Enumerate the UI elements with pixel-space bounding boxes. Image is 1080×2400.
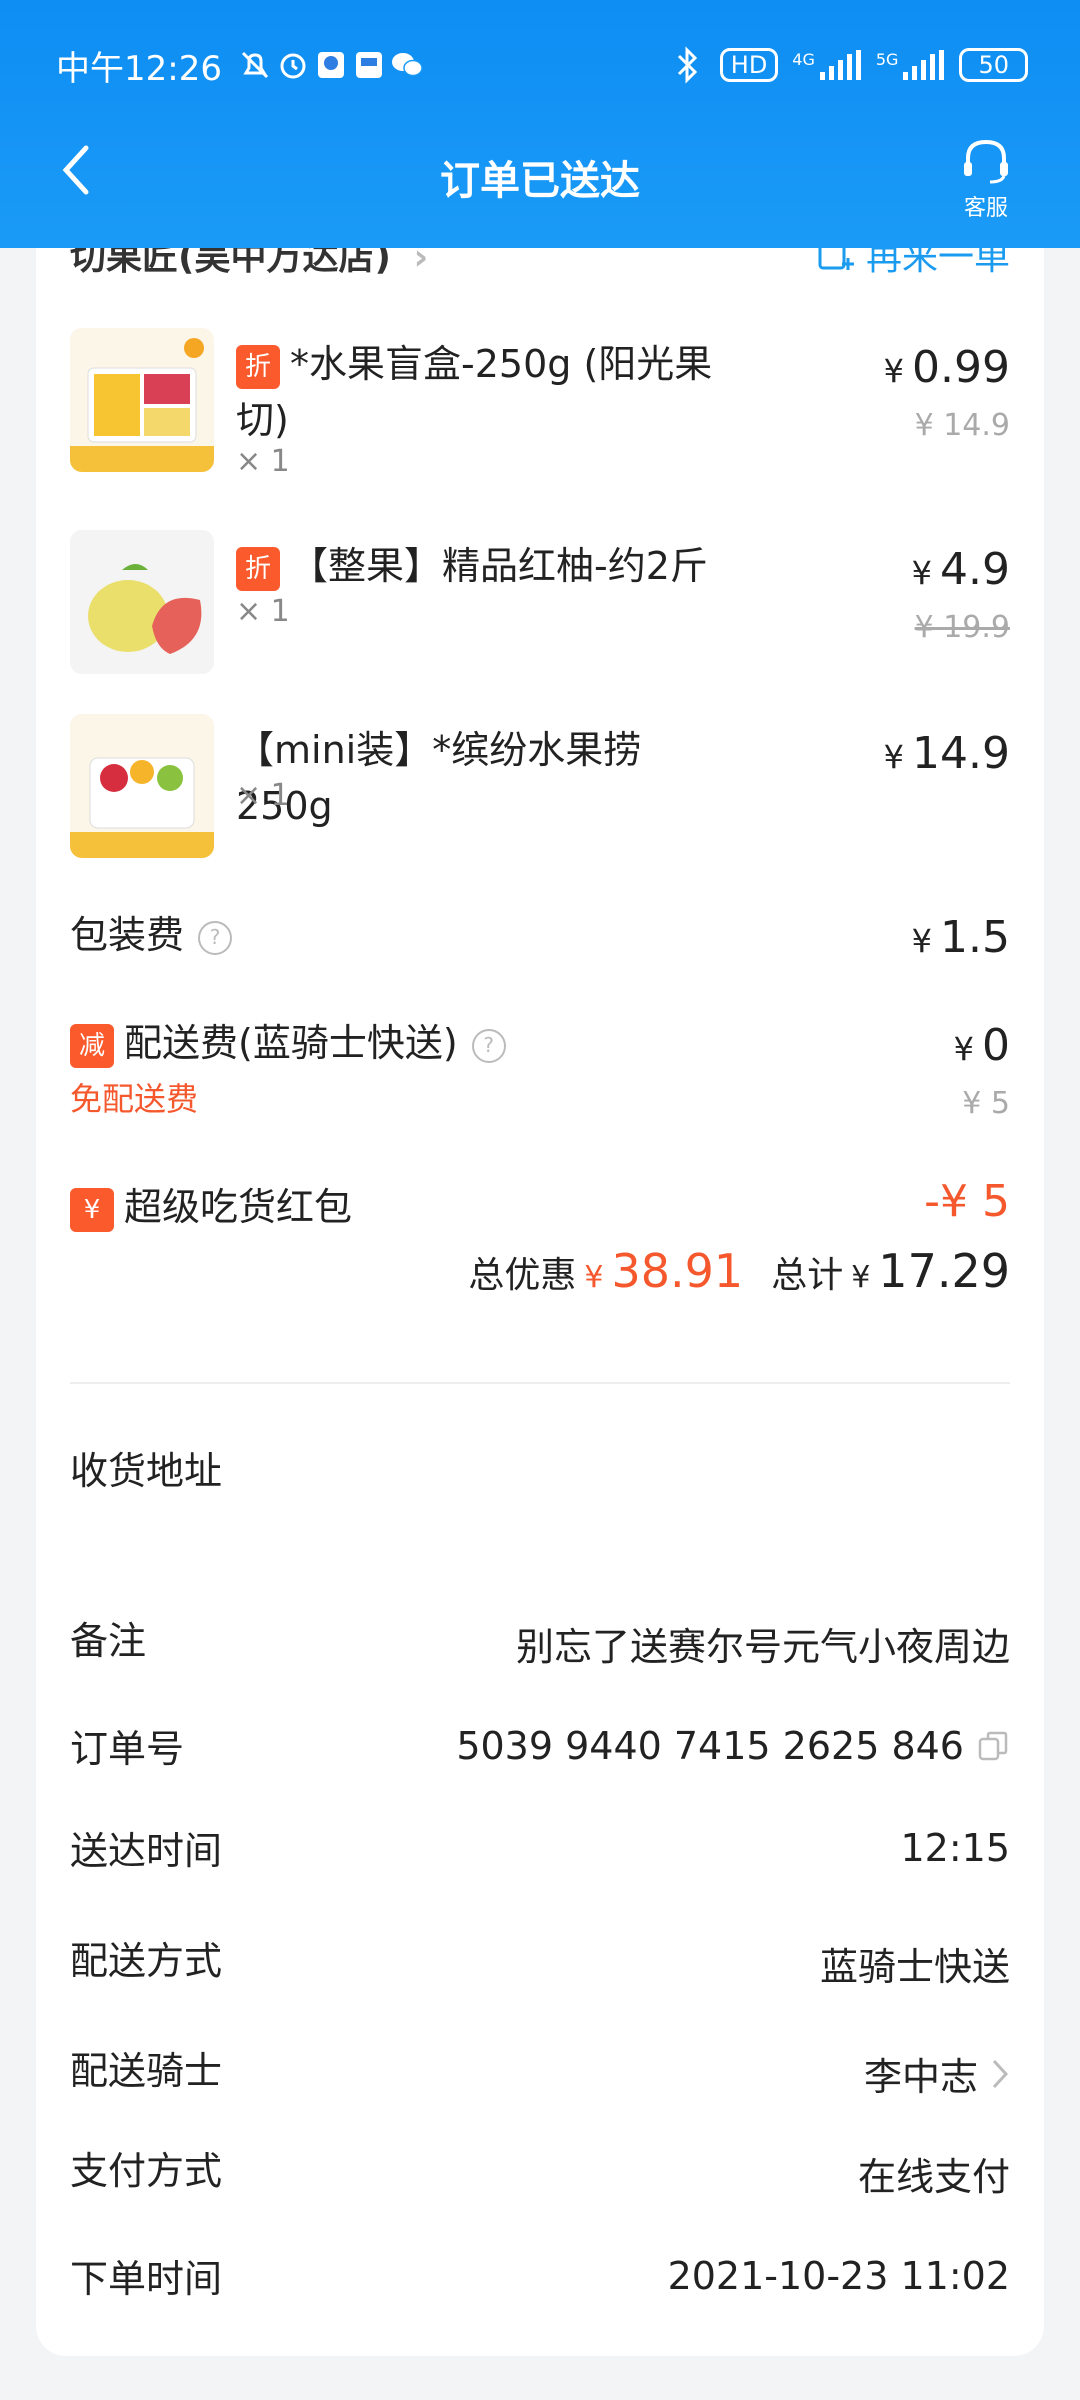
customer-service-label: 客服 bbox=[963, 196, 1008, 221]
discount-label: 总优惠 bbox=[468, 1255, 577, 1296]
product-image-pomelo bbox=[70, 530, 214, 674]
rider-label: 配送骑士 bbox=[70, 2049, 223, 2093]
order-card: 切果匠(吴中万达店) › 再来一单 折 *水果盲盒-250g (阳光果切) × 1… bbox=[36, 200, 1044, 2356]
item-title: 【mini装】*缤纷水果捞 250g bbox=[236, 722, 736, 834]
app-notification-icon bbox=[312, 46, 350, 84]
order-number-value-group: 5039 9440 7415 2625 846 bbox=[456, 1724, 1010, 1768]
item-quantity: × 1 bbox=[236, 594, 290, 629]
delivery-fee-original: ¥ 5 bbox=[962, 1086, 1010, 1121]
rider-name: 李中志 bbox=[863, 2055, 978, 2099]
alarm-icon bbox=[274, 46, 312, 84]
discount-tag: 折 bbox=[236, 344, 280, 389]
bluetooth-icon bbox=[668, 46, 706, 84]
remark-row: 备注 别忘了送赛尔号元气小夜周边 bbox=[70, 1610, 1010, 1670]
order-number-row: 订单号 5039 9440 7415 2625 846 bbox=[70, 1718, 1010, 1778]
copy-icon[interactable] bbox=[976, 1729, 1010, 1763]
item-original-price: ¥ 19.9 bbox=[914, 610, 1010, 645]
item-price: ¥4.9 bbox=[911, 544, 1010, 595]
red-packet-tag: ¥ bbox=[70, 1187, 114, 1232]
item-title: 折【整果】精品红柚-约2斤 bbox=[236, 538, 736, 594]
packing-fee-label: 包装费 bbox=[70, 913, 185, 957]
item-original-price: ¥ 14.9 bbox=[914, 408, 1010, 443]
item-name: 【mini装】*缤纷水果捞 250g bbox=[236, 728, 642, 828]
remark-value: 别忘了送赛尔号元气小夜周边 bbox=[515, 1625, 1010, 1669]
page-title: 订单已送达 bbox=[440, 158, 640, 204]
status-time: 中午12:26 bbox=[56, 48, 222, 89]
status-bar-right: HD 4G 5G 50 bbox=[668, 40, 1028, 90]
packing-fee-row: 包装费? ¥1.5 bbox=[70, 904, 1010, 963]
delivery-fee-label: 配送费(蓝骑士快送) bbox=[124, 1021, 458, 1065]
order-time-label: 下单时间 bbox=[70, 2257, 223, 2301]
news-app-icon bbox=[350, 46, 388, 84]
item-price: ¥14.9 bbox=[883, 728, 1010, 779]
item-title: 折 *水果盲盒-250g (阳光果切) bbox=[236, 336, 736, 448]
red-packet-row: ¥ 超级吃货红包 -¥ 5 bbox=[70, 1176, 1010, 1232]
discount-tag: 折 bbox=[236, 546, 280, 591]
order-number-value: 5039 9440 7415 2625 846 bbox=[456, 1724, 964, 1768]
payment-method-row: 支付方式 在线支付 bbox=[70, 2140, 1010, 2200]
order-time-value: 2021-10-23 11:02 bbox=[667, 2254, 1010, 2298]
payment-method-label: 支付方式 bbox=[70, 2149, 223, 2193]
address-row: 收货地址 bbox=[70, 1440, 1010, 1500]
totals-row: 总优惠 ¥ 38.91 总计 ¥ 17.29 bbox=[468, 1244, 1010, 1298]
hd-badge: HD bbox=[719, 48, 779, 82]
wechat-icon bbox=[388, 46, 426, 84]
delivered-time-label: 送达时间 bbox=[70, 1829, 223, 1873]
discount-value: 38.91 bbox=[611, 1244, 744, 1298]
remark-label: 备注 bbox=[70, 1619, 147, 1663]
order-time-row: 下单时间 2021-10-23 11:02 bbox=[70, 2248, 1010, 2308]
header: 中午12:26 HD 4G 5G 50 订单已送达 客服 bbox=[0, 0, 1080, 248]
order-item[interactable]: 【mini装】*缤纷水果捞 250g × 1 ¥14.9 bbox=[70, 714, 1010, 864]
discount-currency: ¥ bbox=[584, 1260, 604, 1295]
status-bar-left: 中午12:26 bbox=[56, 40, 426, 90]
item-name: 【整果】精品红柚-约2斤 bbox=[290, 544, 708, 588]
reduction-tag: 减 bbox=[70, 1023, 114, 1068]
battery-indicator: 50 bbox=[959, 48, 1028, 82]
divider bbox=[70, 1382, 1010, 1384]
rider-row[interactable]: 配送骑士 李中志 bbox=[70, 2040, 1010, 2100]
order-item[interactable]: 折 *水果盲盒-250g (阳光果切) × 1 ¥0.99 ¥ 14.9 bbox=[70, 328, 1010, 479]
signal-4g-icon: 4G bbox=[792, 50, 862, 80]
delivery-fee-value: ¥0 bbox=[953, 1020, 1010, 1071]
item-name: *水果盲盒-250g (阳光果切) bbox=[236, 342, 713, 442]
item-price: ¥0.99 bbox=[883, 342, 1010, 393]
delivery-method-row: 配送方式 蓝骑士快送 bbox=[70, 1930, 1010, 1990]
delivery-method-label: 配送方式 bbox=[70, 1939, 223, 1983]
red-packet-value: -¥ 5 bbox=[924, 1176, 1010, 1227]
red-packet-label: 超级吃货红包 bbox=[124, 1185, 353, 1229]
order-item[interactable]: 折【整果】精品红柚-约2斤 × 1 ¥4.9 ¥ 19.9 bbox=[70, 530, 1010, 680]
address-label: 收货地址 bbox=[70, 1449, 223, 1493]
help-icon[interactable]: ? bbox=[198, 920, 233, 955]
free-delivery-note: 免配送费 bbox=[70, 1080, 199, 1118]
order-number-label: 订单号 bbox=[70, 1727, 185, 1771]
packing-fee-value: ¥1.5 bbox=[911, 912, 1010, 963]
mute-icon bbox=[236, 46, 274, 84]
chevron-right-icon bbox=[992, 2059, 1009, 2088]
item-quantity: × 1 bbox=[236, 444, 290, 479]
headset-icon bbox=[964, 139, 1008, 184]
total-label: 总计 bbox=[771, 1255, 844, 1296]
signal-5g-icon: 5G bbox=[876, 50, 946, 80]
delivered-time-row: 送达时间 12:15 bbox=[70, 1820, 1010, 1880]
payment-method-value: 在线支付 bbox=[857, 2155, 1010, 2199]
rider-value-group: 李中志 bbox=[864, 2046, 1010, 2101]
delivered-time-value: 12:15 bbox=[900, 1826, 1010, 1870]
delivery-method-value: 蓝骑士快送 bbox=[819, 1945, 1010, 1989]
customer-service-button[interactable]: 客服 bbox=[948, 136, 1024, 222]
product-image-fruit-box bbox=[70, 328, 214, 472]
product-image-fruit-salad bbox=[70, 714, 214, 858]
delivery-fee-row: 减配送费(蓝骑士快送)? ¥0 免配送费 ¥ 5 bbox=[70, 1012, 1010, 1121]
total-value: 17.29 bbox=[878, 1244, 1010, 1298]
item-quantity: × 1 bbox=[236, 778, 290, 813]
total-currency: ¥ bbox=[851, 1260, 871, 1295]
help-icon[interactable]: ? bbox=[471, 1028, 506, 1063]
